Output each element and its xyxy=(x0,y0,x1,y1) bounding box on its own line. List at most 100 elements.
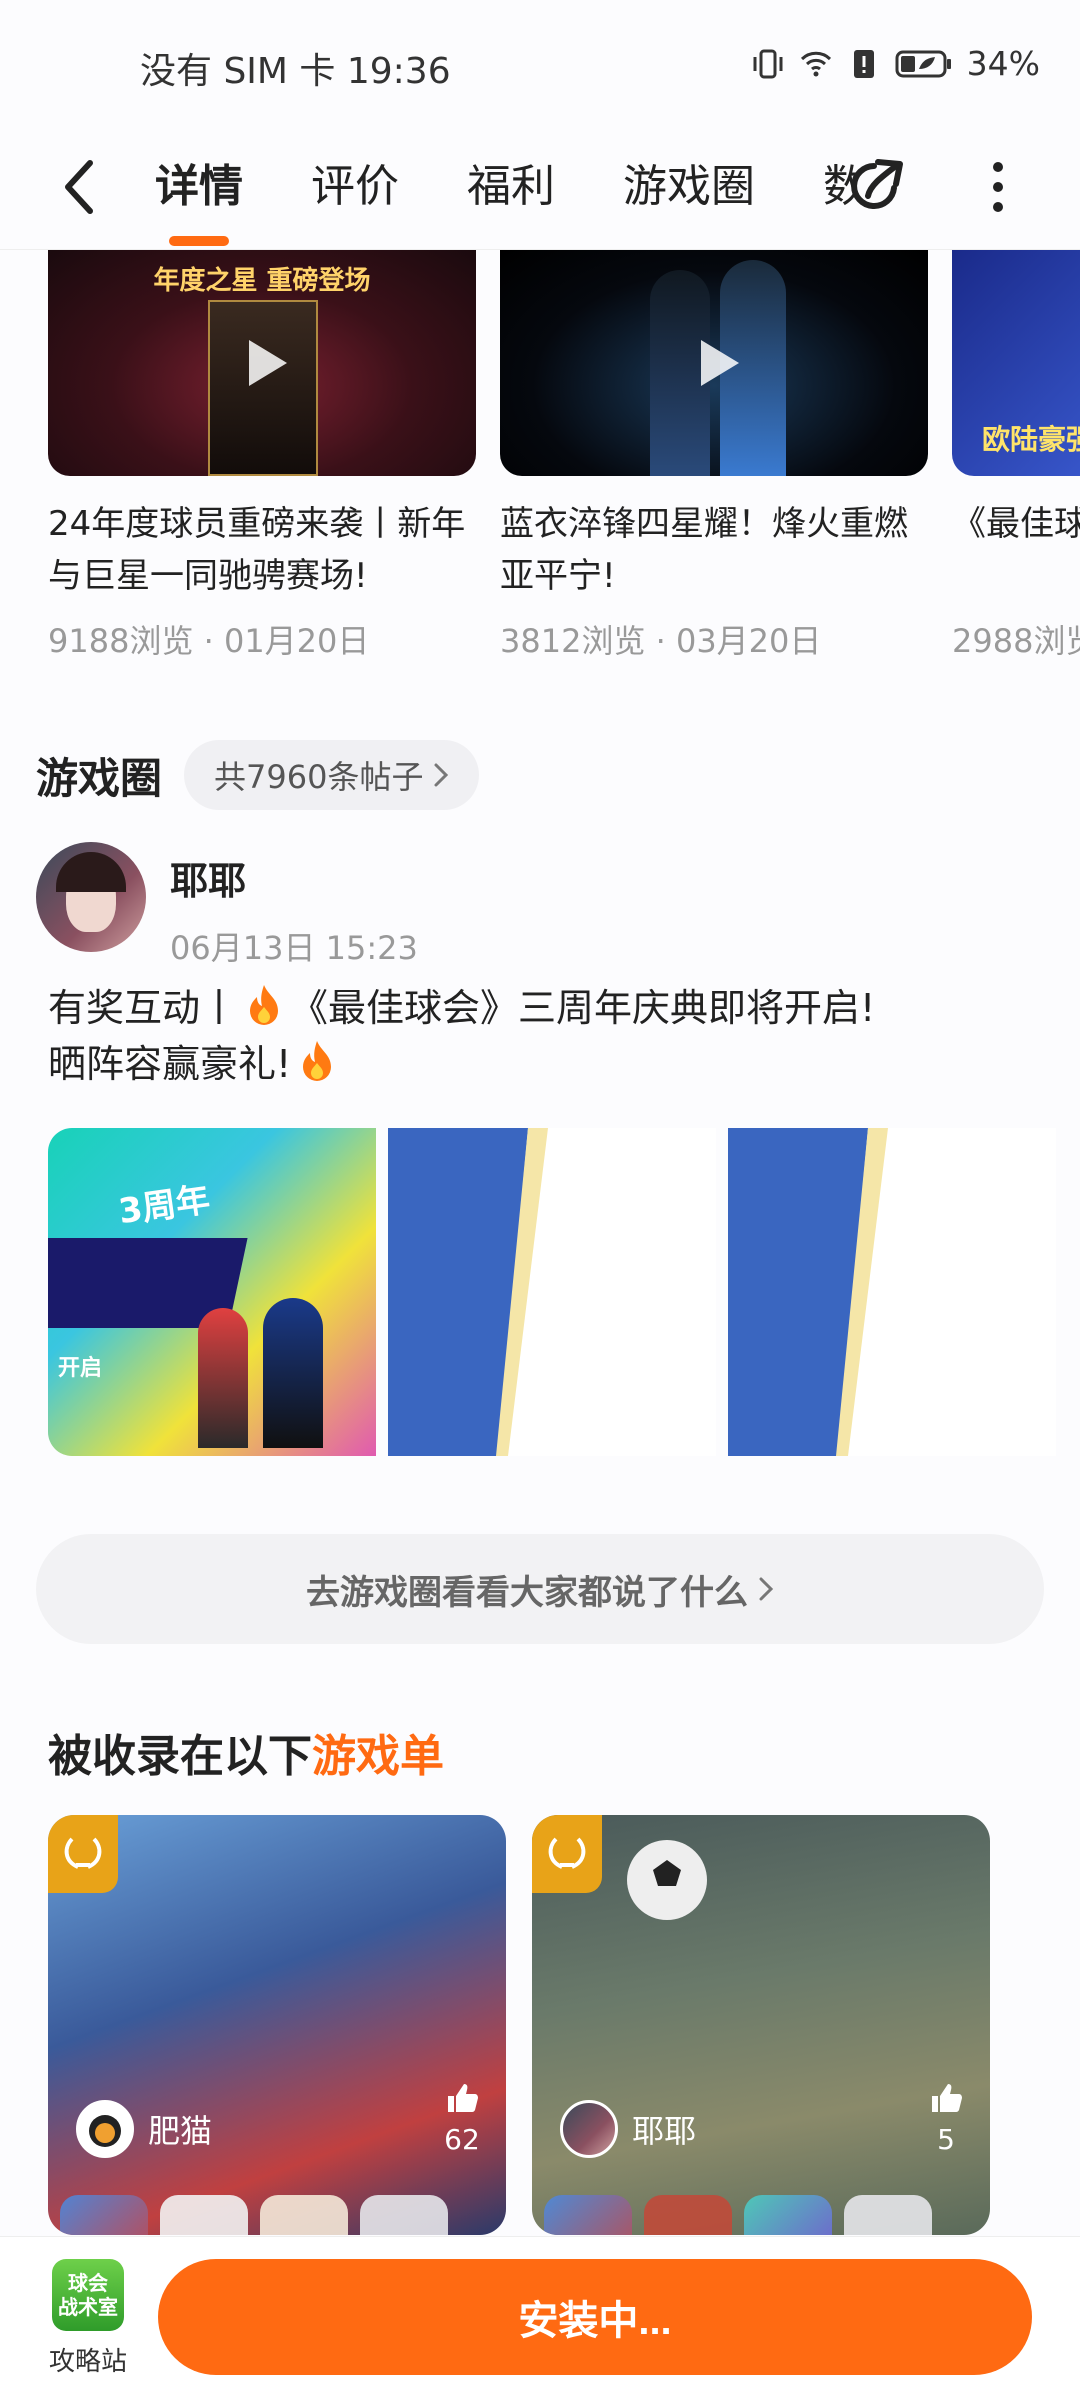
share-button[interactable] xyxy=(842,152,912,222)
laurel-icon xyxy=(64,1837,102,1869)
game-icon[interactable] xyxy=(360,2195,448,2235)
video-carousel: 年度之星 重磅登场 24年度球员重磅来袭丨新年与巨星一同驰骋赛场! 9188浏览… xyxy=(0,250,1080,690)
chevron-left-icon xyxy=(65,160,93,214)
post-text-line1-a: 有奖互动丨 xyxy=(48,986,239,1030)
dot-icon xyxy=(993,182,1003,192)
like-count[interactable]: 5 xyxy=(928,2080,964,2156)
video-thumbnail[interactable] xyxy=(500,250,928,476)
dot-icon xyxy=(993,202,1003,212)
game-circle-header: 游戏圈 共7960条帖子 xyxy=(36,740,480,810)
list-author-name: 肥猫 xyxy=(148,2112,213,2150)
video-title: 蓝衣淬锋四星耀！烽火重燃亚平宁! xyxy=(500,504,908,596)
like-count-value: 62 xyxy=(444,2123,480,2156)
top-nav: 详情 评价 福利 游戏圈 数 xyxy=(0,130,1080,250)
guide-app-icon: 球会 战术室 xyxy=(52,2259,124,2331)
game-list-card[interactable]: 耶耶 5 xyxy=(532,1815,990,2235)
author-name[interactable]: 耶耶 xyxy=(170,850,418,905)
tab-benefits[interactable]: 福利 xyxy=(467,152,555,222)
game-icon[interactable] xyxy=(160,2195,248,2235)
game-list-card[interactable]: 肥猫 62 xyxy=(48,1815,506,2235)
play-icon[interactable] xyxy=(679,328,749,398)
post-text-line2: 晒阵容赢豪礼! xyxy=(48,1042,292,1086)
tab-game-circle[interactable]: 游戏圈 xyxy=(623,152,755,222)
view-game-circle-label: 去游戏圈看看大家都说了什么 xyxy=(306,1572,748,1613)
tab-bar: 详情 评价 福利 游戏圈 数 xyxy=(155,152,925,246)
sim-alert-icon xyxy=(853,49,874,78)
avatar[interactable] xyxy=(36,842,146,952)
share-icon xyxy=(851,159,903,209)
game-icon[interactable] xyxy=(260,2195,348,2235)
like-count-value: 5 xyxy=(937,2123,955,2156)
play-icon[interactable] xyxy=(227,328,297,398)
video-card[interactable]: 蓝衣淬锋四星耀！烽火重燃亚平宁! 3812浏览 · 03月20日 xyxy=(500,250,928,662)
post-author[interactable]: 耶耶 06月13日 15:23 xyxy=(36,842,418,969)
video-title: 24年度球员重磅来袭丨新年与巨星一同驰骋赛场! xyxy=(48,504,466,596)
fire-icon xyxy=(250,985,279,1025)
bottom-bar: 球会 战术室 攻略站 安装中... xyxy=(0,2236,1080,2400)
laurel-icon xyxy=(548,1837,586,1869)
vibrate-icon xyxy=(753,49,783,78)
guide-station-button[interactable]: 球会 战术室 攻略站 xyxy=(38,2259,138,2378)
battery-icon xyxy=(895,50,951,77)
avatar[interactable] xyxy=(560,2100,618,2158)
game-icon[interactable] xyxy=(60,2195,148,2235)
list-author[interactable]: 肥猫 xyxy=(76,2100,212,2158)
game-icon[interactable] xyxy=(744,2195,832,2235)
fire-icon xyxy=(303,1041,332,1081)
game-icons-row xyxy=(544,2195,932,2235)
view-game-circle-button[interactable]: 去游戏圈看看大家都说了什么 xyxy=(36,1534,1044,1644)
post-time: 06月13日 15:23 xyxy=(170,929,418,967)
game-icon[interactable] xyxy=(544,2195,632,2235)
game-list-title-accent: 游戏单 xyxy=(312,1731,444,1782)
chevron-right-icon xyxy=(434,763,449,787)
status-bar: 没有 SIM 卡 19:36 34% xyxy=(0,0,1080,130)
tab-details[interactable]: 详情 xyxy=(155,152,243,246)
game-icon[interactable] xyxy=(644,2195,732,2235)
back-button[interactable] xyxy=(60,152,120,222)
chevron-right-icon xyxy=(759,1577,774,1601)
game-icon[interactable] xyxy=(844,2195,932,2235)
guide-icon-text: 球会 xyxy=(68,2271,108,2295)
post-image[interactable]: 3周年 开启 xyxy=(48,1128,376,1456)
video-thumbnail[interactable]: 年度之星 重磅登场 xyxy=(48,250,476,476)
thumbnail-caption: 欧陆豪强 xyxy=(982,423,1080,456)
list-author[interactable]: 耶耶 xyxy=(560,2100,696,2158)
image-caption: 开启 xyxy=(58,1356,103,1381)
video-meta: 3812浏览 · 03月20日 xyxy=(500,622,822,660)
video-title: 《最佳球会》新！【欧 xyxy=(952,504,1080,544)
thumbs-up-icon xyxy=(932,2084,962,2112)
post-images: 3周年 开启 xyxy=(48,1128,1056,1456)
avatar-hair-image xyxy=(56,852,126,892)
video-meta: 2988浏览 xyxy=(952,622,1080,660)
badge xyxy=(48,1815,118,1893)
post-image[interactable] xyxy=(388,1128,716,1456)
wifi-icon xyxy=(800,51,831,76)
battery-percent: 34% xyxy=(966,44,1040,83)
football-image xyxy=(627,1840,707,1920)
section-title: 游戏圈 xyxy=(36,753,163,803)
author-info: 耶耶 06月13日 15:23 xyxy=(170,842,418,969)
image-caption: 3周年 xyxy=(116,1179,213,1233)
dot-icon xyxy=(993,162,1003,172)
post-text[interactable]: 有奖互动丨 《最佳球会》三周年庆典即将开启! 晒阵容赢豪礼! xyxy=(48,980,1028,1092)
blurred-image xyxy=(728,1128,888,1456)
badge xyxy=(532,1815,602,1893)
post-image[interactable] xyxy=(728,1128,1056,1456)
guide-icon-text: 战术室 xyxy=(58,2295,118,2319)
video-card[interactable]: 年度之星 重磅登场 24年度球员重磅来袭丨新年与巨星一同驰骋赛场! 9188浏览… xyxy=(48,250,476,662)
player-figure-image xyxy=(263,1298,323,1448)
thumbs-up-icon xyxy=(448,2084,478,2112)
post-text-line1-b: 《最佳球会》三周年庆典即将开启! xyxy=(290,986,876,1030)
status-icons: 34% xyxy=(751,44,1040,83)
player-figure-image xyxy=(198,1308,248,1448)
tab-reviews[interactable]: 评价 xyxy=(311,152,399,222)
more-options-button[interactable] xyxy=(978,152,1018,222)
install-button[interactable]: 安装中... xyxy=(158,2259,1032,2375)
like-count[interactable]: 62 xyxy=(444,2080,480,2156)
video-card[interactable]: 欧陆豪强 《最佳球会》新！【欧 2988浏览 xyxy=(952,250,1080,662)
post-count-button[interactable]: 共7960条帖子 xyxy=(184,740,480,810)
video-thumbnail[interactable]: 欧陆豪强 xyxy=(952,250,1080,476)
avatar[interactable] xyxy=(76,2100,134,2158)
game-icons-row xyxy=(60,2195,448,2235)
status-carrier-time: 没有 SIM 卡 19:36 xyxy=(140,51,451,92)
